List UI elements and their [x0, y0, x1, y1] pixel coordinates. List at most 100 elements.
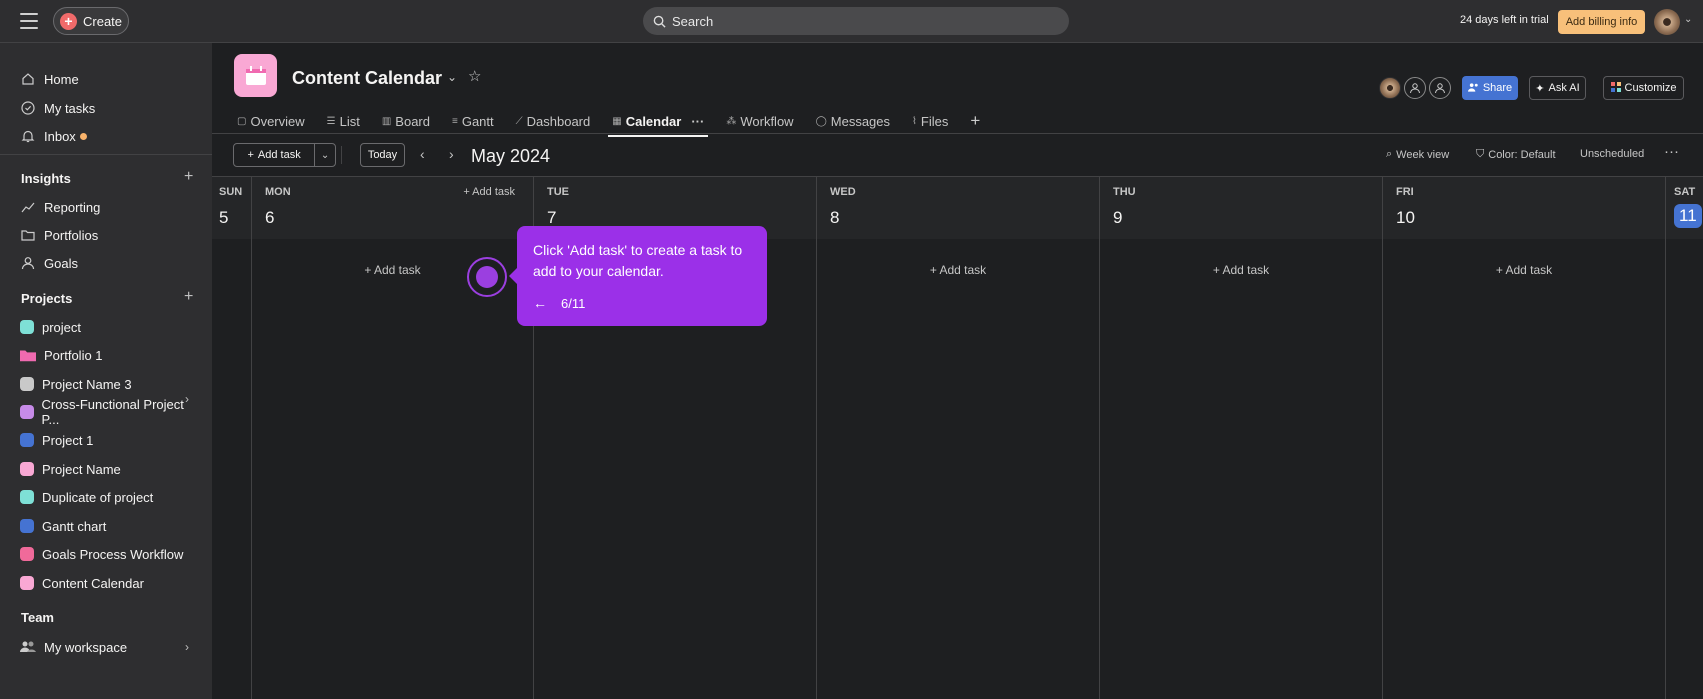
calendar-grid: SUN 5 MON 6 + Add task + Add task TUE 7 …	[212, 177, 1703, 699]
sidebar-item-project-name-3[interactable]: Project Name 3	[20, 372, 200, 396]
user-avatar[interactable]	[1654, 9, 1680, 35]
color-button[interactable]: ⛉ Color: Default	[1476, 148, 1556, 161]
sidebar-item-label: Goals Process Workflow	[42, 546, 184, 562]
sidebar-item-home[interactable]: Home	[20, 67, 200, 91]
day-number: 9	[1113, 208, 1123, 227]
sidebar-item-project-1[interactable]: Project 1	[20, 428, 200, 452]
day-of-week: TUE	[547, 186, 569, 198]
sidebar-item-project[interactable]: project	[20, 315, 200, 339]
week-view-button[interactable]: ⌕ Week view	[1386, 148, 1449, 161]
day-column-thu[interactable]: THU 9 + Add task	[1099, 177, 1382, 699]
tab-list[interactable]: ☰ List	[327, 110, 360, 132]
paperclip-icon: ⌇	[912, 115, 917, 127]
day-column-sun[interactable]: SUN 5	[212, 177, 251, 699]
chevron-down-icon[interactable]: ⌄	[447, 70, 457, 84]
person-placeholder-icon[interactable]	[1429, 77, 1451, 99]
add-tab-icon[interactable]: +	[970, 110, 980, 132]
search-input[interactable]: Search	[643, 7, 1069, 35]
sidebar-item-label: Goals	[44, 255, 78, 271]
more-options-icon[interactable]: ···	[1664, 143, 1679, 160]
cell-add-task-button[interactable]: + Add task	[1100, 263, 1382, 277]
color-label: Color: Default	[1488, 148, 1556, 161]
sidebar-item-cross-functional[interactable]: Cross-Functional Project P...	[20, 397, 200, 427]
chevron-right-icon[interactable]: ›	[185, 640, 189, 654]
day-column-mon[interactable]: MON 6 + Add task + Add task	[251, 177, 533, 699]
ask-ai-button[interactable]: ✦ Ask AI	[1529, 76, 1586, 100]
project-color-swatch	[20, 433, 34, 447]
chevron-right-icon[interactable]: ›	[449, 146, 454, 162]
tab-calendar[interactable]: ▦ Calendar ···	[608, 110, 709, 137]
search-icon	[653, 15, 666, 28]
sidebar-item-goals[interactable]: Goals	[20, 251, 200, 275]
create-button[interactable]: + Create	[53, 7, 129, 35]
tab-messages[interactable]: ◯ Messages	[816, 110, 890, 132]
star-icon[interactable]: ☆	[468, 67, 481, 85]
unscheduled-button[interactable]: Unscheduled	[1580, 148, 1644, 160]
sidebar-item-my-tasks[interactable]: My tasks	[20, 96, 200, 120]
add-project-icon[interactable]: +	[184, 288, 193, 306]
list-icon: ☰	[326, 115, 336, 127]
header-add-task-button[interactable]: + Add task	[463, 186, 515, 198]
paint-icon: ⛉	[1476, 148, 1485, 160]
sidebar-item-label: Duplicate of project	[42, 489, 154, 505]
sidebar-item-duplicate[interactable]: Duplicate of project	[20, 485, 200, 509]
tab-label: Board	[395, 113, 430, 129]
tab-label: Overview	[250, 113, 305, 129]
avatar[interactable]	[1379, 77, 1401, 99]
sidebar-item-goals-process[interactable]: Goals Process Workflow	[20, 542, 200, 566]
sidebar-item-project-name[interactable]: Project Name	[20, 457, 200, 481]
today-button[interactable]: Today	[360, 143, 405, 167]
tab-workflow[interactable]: ⁂ Workflow	[726, 110, 793, 132]
sidebar-item-portfolios[interactable]: Portfolios	[20, 223, 200, 247]
day-column-sat[interactable]: SAT 11	[1665, 177, 1703, 699]
sidebar-item-reporting[interactable]: Reporting	[20, 195, 200, 219]
tab-overview[interactable]: ▢ Overview	[237, 110, 305, 132]
person-placeholder-icon[interactable]	[1404, 77, 1426, 99]
chevron-down-icon[interactable]: ⌄	[1684, 14, 1692, 25]
add-task-button[interactable]: + Add task	[234, 144, 316, 166]
sidebar-item-portfolio-1[interactable]: Portfolio 1	[20, 343, 200, 367]
tab-dashboard[interactable]: ⟋ Dashboard	[516, 110, 591, 132]
sidebar-item-gantt-chart[interactable]: Gantt chart	[20, 514, 200, 538]
cell-add-task-button[interactable]: + Add task	[1383, 263, 1665, 277]
walkthrough-hotspot[interactable]	[467, 257, 507, 297]
tab-gantt[interactable]: ≡ Gantt	[452, 110, 494, 132]
day-header: THU 9	[1100, 177, 1382, 239]
tab-label: Files	[920, 113, 949, 129]
sidebar-item-label: Content Calendar	[42, 575, 144, 591]
share-button[interactable]: Share	[1462, 76, 1518, 100]
add-insight-icon[interactable]: +	[184, 168, 193, 186]
more-icon[interactable]: ···	[691, 114, 704, 129]
chevron-down-icon[interactable]: ⌄	[315, 144, 335, 166]
search-placeholder: Search	[672, 13, 714, 29]
tab-label: Gantt	[461, 113, 494, 129]
customize-button[interactable]: Customize	[1603, 76, 1684, 100]
day-header: SAT 11	[1666, 177, 1703, 239]
board-icon: ▥	[381, 115, 392, 127]
workflow-icon: ⁂	[726, 115, 737, 127]
message-icon: ◯	[815, 115, 827, 127]
sidebar-item-label: Portfolios	[44, 227, 99, 243]
sidebar-item-label: My workspace	[44, 639, 128, 655]
calendar-toolbar: + Add task ⌄ Today ‹ › May 2024 ⌕ Week vie…	[212, 134, 1703, 176]
menu-icon[interactable]	[20, 13, 38, 29]
sidebar-item-content-calendar[interactable]: Content Calendar	[20, 571, 200, 595]
walkthrough-tooltip: Click 'Add task' to create a task to add…	[509, 226, 767, 326]
day-column-wed[interactable]: WED 8 + Add task	[816, 177, 1099, 699]
back-arrow-icon[interactable]: ←	[533, 295, 547, 311]
cell-add-task-button[interactable]: + Add task	[817, 263, 1099, 277]
sidebar-item-inbox[interactable]: Inbox	[20, 124, 200, 148]
step-counter: 6/11	[561, 296, 586, 311]
tab-files[interactable]: ⌇ Files	[912, 110, 948, 132]
day-column-fri[interactable]: FRI 10 + Add task	[1382, 177, 1665, 699]
people-icon	[1467, 82, 1479, 95]
add-billing-button[interactable]: Add billing info	[1558, 10, 1645, 34]
sidebar-item-label: Gantt chart	[42, 518, 107, 534]
tab-board[interactable]: ▥ Board	[382, 110, 430, 132]
project-color-swatch	[20, 320, 34, 334]
chevron-left-icon[interactable]: ‹	[420, 146, 425, 162]
member-avatars[interactable]	[1379, 77, 1451, 99]
team-heading: Team	[21, 610, 54, 625]
home-icon	[20, 71, 36, 87]
sidebar-item-my-workspace[interactable]: My workspace	[20, 635, 200, 659]
